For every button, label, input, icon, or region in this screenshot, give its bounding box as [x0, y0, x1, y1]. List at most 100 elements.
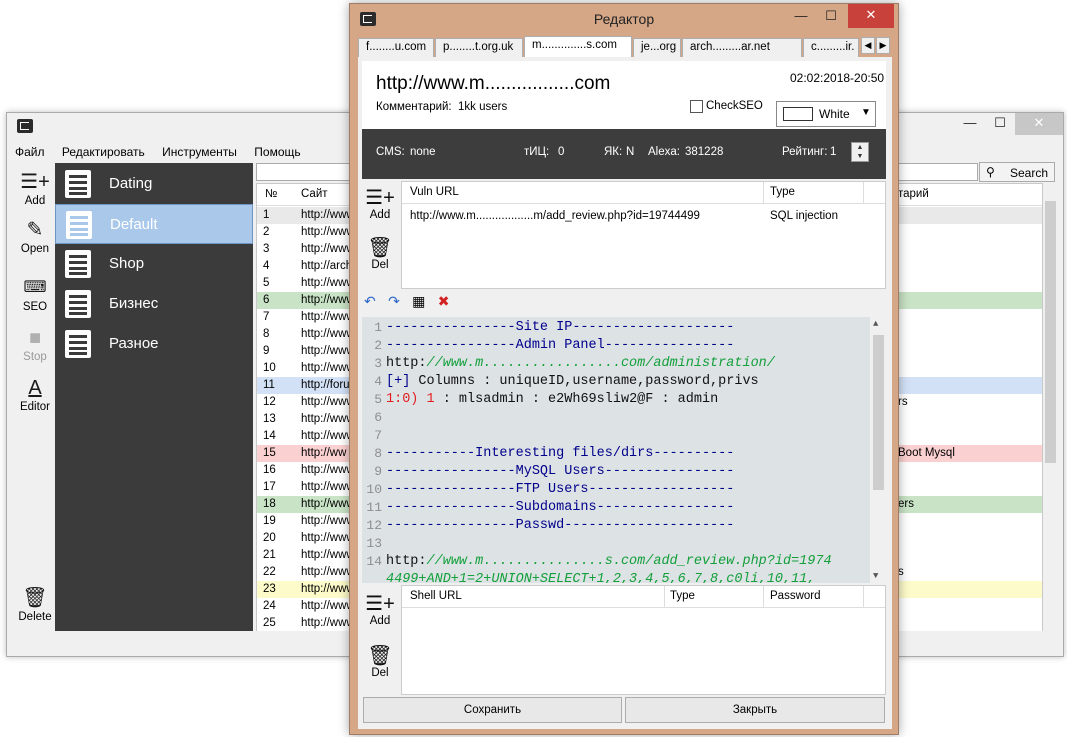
row-number: 19	[263, 515, 276, 527]
shell-add-button[interactable]: ☰+ Add	[362, 593, 398, 627]
close-button[interactable]: ✕	[848, 4, 894, 28]
add-list-icon: ☰+	[20, 171, 50, 193]
tab-scroll-left[interactable]: ◀	[861, 37, 875, 54]
checkseo-checkbox[interactable]	[690, 100, 703, 113]
tab-site-2[interactable]: p........t.org.uk	[435, 38, 523, 57]
line-number: 12	[366, 518, 382, 533]
row-number: 16	[263, 464, 276, 476]
column-site[interactable]: Сайт	[301, 188, 328, 200]
maximize-button[interactable]: ☐	[987, 113, 1013, 135]
menu-help[interactable]: Помощь	[254, 145, 300, 159]
close-button[interactable]: ✕	[1015, 113, 1063, 135]
checkseo-label[interactable]: CheckSEO	[706, 100, 763, 112]
row-site: http://www	[301, 226, 355, 238]
category-default[interactable]: Default	[55, 204, 253, 244]
tab-site-3[interactable]: m..............s.com	[524, 36, 632, 57]
vuln-add-button[interactable]: ☰+ Add	[362, 187, 398, 221]
color-select[interactable]: White ▼	[776, 101, 876, 127]
open-button[interactable]: ✎ Open	[13, 219, 57, 255]
rating-spinner[interactable]: ▲ ▼	[851, 142, 869, 162]
vuln-url: http://www.m..................m/add_revi…	[410, 210, 700, 222]
category-label: Shop	[109, 255, 145, 272]
delete-icon: 🗑	[367, 645, 393, 667]
menu-file[interactable]: Файл	[15, 145, 45, 159]
column-shell-type[interactable]: Type	[670, 590, 695, 602]
scrollbar-thumb[interactable]	[873, 335, 884, 490]
row-site: http://www	[301, 362, 355, 374]
menu-tools[interactable]: Инструменты	[162, 145, 237, 159]
search-label: Search	[1010, 166, 1049, 180]
spin-up-icon[interactable]: ▲	[852, 143, 868, 152]
tab-site-6[interactable]: c.........ir.	[803, 38, 859, 57]
cms-value: none	[410, 146, 436, 158]
column-number[interactable]: №	[265, 188, 277, 200]
editor-title: Редактор	[593, 11, 655, 27]
shell-del-button[interactable]: 🗑 Del	[362, 645, 398, 679]
spin-down-icon[interactable]: ▼	[852, 152, 868, 161]
column-vuln-type[interactable]: Type	[770, 186, 795, 198]
menu-edit[interactable]: Редактировать	[62, 145, 145, 159]
column-shell-url[interactable]: Shell URL	[410, 590, 462, 602]
category-label: Бизнес	[109, 295, 159, 312]
column-comment[interactable]: тарий	[898, 188, 929, 200]
app-icon	[17, 119, 33, 133]
line-number: 11	[366, 500, 382, 515]
undo-icon[interactable]: ↶	[364, 293, 376, 310]
vuln-del-button[interactable]: 🗑 Del	[362, 237, 398, 271]
add-button[interactable]: ☰+ Add	[13, 171, 57, 207]
search-icon: ⚲	[986, 165, 995, 179]
scroll-down-icon[interactable]: ▼	[873, 571, 878, 581]
close-editor-button[interactable]: Закрыть	[625, 697, 885, 723]
row-site: http://www	[301, 464, 355, 476]
editor-button[interactable]: A Editor	[13, 377, 57, 413]
maximize-button[interactable]: ☐	[818, 6, 844, 28]
alexa-label: Alexa:	[648, 146, 680, 158]
seo-button[interactable]: ⌨ SEO	[13, 277, 57, 313]
document-list-icon	[65, 170, 91, 198]
select-all-icon[interactable]: ▦	[412, 293, 425, 310]
tab-site-1[interactable]: f........u.com	[358, 38, 434, 57]
scroll-up-icon[interactable]: ▲	[873, 319, 878, 329]
search-button[interactable]: ⚲ Search	[979, 162, 1055, 182]
table-scrollbar[interactable]	[1043, 183, 1058, 631]
editor-body: http://www.m.................com 02:02:2…	[358, 57, 892, 729]
tab-site-5[interactable]: arch.........ar.net	[682, 38, 802, 57]
notes-editor[interactable]: ▲ ▼ 1 ----------------Site IP------------…	[362, 317, 886, 583]
shell-table: Shell URL Type Password	[401, 585, 886, 695]
row-site: http://www	[301, 345, 355, 357]
minimize-button[interactable]: —	[788, 6, 814, 28]
category-shop[interactable]: Shop	[55, 244, 253, 284]
site-tabs: f........u.com p........t.org.uk m......…	[358, 36, 892, 57]
delete-button[interactable]: 🗑 Delete	[13, 587, 57, 623]
stop-button[interactable]: ■ Stop	[13, 327, 57, 363]
del-label: Del	[371, 259, 389, 271]
line-number: 13	[366, 536, 382, 551]
code-scrollbar[interactable]: ▲ ▼	[870, 317, 886, 583]
line-text: 1:0) 1 : mlsadmin : e2Wh69sliw2@F : admi…	[386, 392, 719, 407]
add-list-icon: ☰+	[365, 187, 395, 209]
column-vuln-url[interactable]: Vuln URL	[410, 186, 459, 198]
line-number: 7	[374, 428, 382, 443]
category-dating[interactable]: Dating	[55, 164, 253, 204]
scrollbar-thumb[interactable]	[1045, 201, 1056, 463]
comment-value[interactable]: 1kk users	[458, 101, 507, 113]
redo-icon[interactable]: ↷	[388, 293, 400, 310]
minimize-button[interactable]: —	[957, 113, 983, 135]
tab-site-4[interactable]: je...org	[633, 38, 681, 57]
row-site: http://www	[301, 515, 355, 527]
save-button[interactable]: Сохранить	[363, 697, 622, 723]
color-swatch	[783, 107, 813, 121]
line-text: http://www.m...............s.com/add_rev…	[386, 554, 832, 569]
tab-scroll-right[interactable]: ▶	[876, 37, 890, 54]
row-number: 22	[263, 566, 276, 578]
row-site: http://www	[301, 498, 355, 510]
row-site: http://www	[301, 311, 355, 323]
category-misc[interactable]: Разное	[55, 324, 253, 364]
row-number: 5	[263, 277, 270, 289]
column-shell-password[interactable]: Password	[770, 590, 821, 602]
clear-icon[interactable]: ✖	[438, 293, 450, 310]
category-business[interactable]: Бизнес	[55, 284, 253, 324]
row-site: http://www	[301, 294, 355, 306]
row-number: 9	[263, 345, 270, 357]
line-text: [+] Columns : uniqueID,username,password…	[386, 374, 759, 389]
